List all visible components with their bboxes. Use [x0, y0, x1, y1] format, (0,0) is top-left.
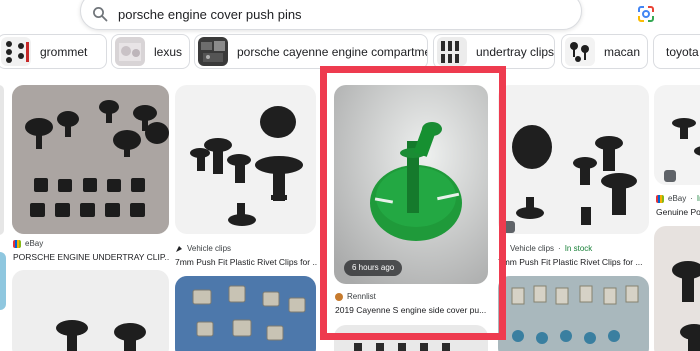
- chip-porsche-cayenne-engine-compartment[interactable]: porsche cayenne engine compartment: [194, 34, 428, 69]
- chip-macan[interactable]: macan: [561, 34, 648, 69]
- result-image-cropped[interactable]: [0, 252, 6, 310]
- product-tag-icon: [664, 170, 676, 182]
- related-searches-chips: grommet lexus porsche cayenne engine com…: [0, 34, 700, 70]
- chip-label: lexus: [154, 44, 183, 59]
- metal-clips-photo: [498, 276, 649, 351]
- chip-label: macan: [604, 44, 641, 59]
- chip-undertray-clips[interactable]: undertray clips: [433, 34, 555, 69]
- result-title[interactable]: 7mm Push Fit Plastic Rivet Clips for ...: [498, 257, 648, 267]
- result-image[interactable]: [498, 276, 649, 351]
- result-image-cropped[interactable]: [0, 85, 4, 235]
- google-lens-icon[interactable]: [636, 4, 656, 24]
- result-image[interactable]: [498, 85, 649, 234]
- result-title[interactable]: PORSCHE ENGINE UNDERTRAY CLIP...: [13, 252, 170, 262]
- result-image[interactable]: [12, 85, 169, 234]
- vehicle-clips-favicon-icon: [176, 245, 182, 252]
- chip-toyota[interactable]: toyota: [653, 34, 700, 69]
- chip-label: grommet: [40, 44, 88, 59]
- result-image[interactable]: [175, 276, 316, 351]
- result-title[interactable]: 7mm Push Fit Plastic Rivet Clips for ...: [175, 257, 317, 267]
- highlight-box: [320, 66, 506, 340]
- undertray-clips-thumbnail: [437, 37, 467, 66]
- search-results-page: porsche engine cover push pins grommet l…: [0, 0, 700, 351]
- stock-status: In stock: [564, 244, 593, 253]
- chip-label: toyota: [666, 44, 699, 59]
- result-source[interactable]: eBay · In: [656, 194, 700, 203]
- chip-label: porsche cayenne engine compartment: [237, 44, 428, 59]
- macan-thumbnail: [565, 37, 595, 66]
- chip-grommet[interactable]: grommet: [0, 34, 107, 69]
- chip-label: undertray clips: [476, 44, 555, 59]
- result-source-name: Vehicle clips: [187, 244, 232, 253]
- result-source[interactable]: eBay: [13, 239, 43, 248]
- search-bar[interactable]: porsche engine cover push pins: [80, 0, 654, 30]
- push-clips-photo: [654, 226, 700, 351]
- result-source-name: Vehicle clips: [510, 244, 555, 253]
- result-source[interactable]: Vehicle clips · In stock: [498, 244, 592, 253]
- push-rivet-clips-photo: [498, 85, 649, 234]
- ebay-favicon-icon: [13, 239, 21, 248]
- lexus-thumbnail: [115, 37, 145, 66]
- result-source[interactable]: Vehicle clips: [175, 244, 231, 253]
- search-query[interactable]: porsche engine cover push pins: [118, 7, 302, 22]
- result-image[interactable]: [12, 270, 169, 351]
- ebay-favicon-icon: [656, 194, 664, 203]
- search-icon[interactable]: [92, 6, 108, 22]
- result-title[interactable]: Genuine Por: [656, 207, 700, 217]
- metal-clips-photo: [175, 276, 316, 351]
- result-source-name: eBay: [668, 194, 687, 203]
- push-rivet-clips-photo: [175, 85, 316, 234]
- undertray-clips-photo: [12, 85, 169, 234]
- result-image[interactable]: [654, 226, 700, 351]
- grommet-thumbnail: [1, 37, 31, 66]
- result-source-name: eBay: [25, 239, 44, 248]
- result-image[interactable]: [654, 85, 700, 185]
- push-clip-photo: [12, 270, 169, 351]
- source-separator: ·: [558, 244, 561, 253]
- chip-lexus[interactable]: lexus: [111, 34, 190, 69]
- push-rivet-clips-photo: [654, 85, 700, 185]
- engine-compartment-thumbnail: [198, 37, 228, 66]
- source-separator: ·: [690, 194, 693, 203]
- result-image[interactable]: [175, 85, 316, 234]
